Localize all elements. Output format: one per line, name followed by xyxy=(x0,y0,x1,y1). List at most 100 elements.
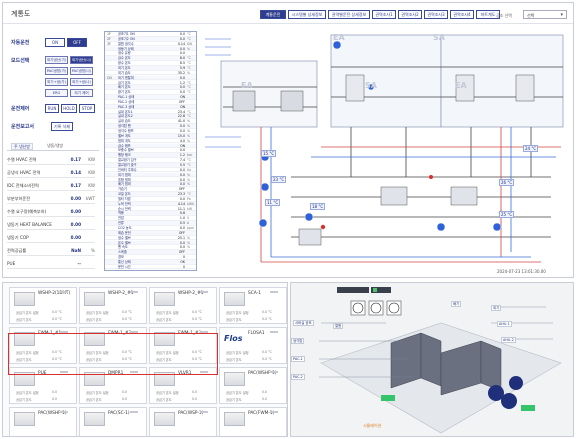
mode-button-7[interactable]: 외기 제어 xyxy=(70,89,93,97)
unit-select[interactable]: 선택 ▾ xyxy=(523,10,567,19)
device-value-2: 0.0 °C xyxy=(122,317,132,321)
mode-button-1[interactable]: 외기냉난(나) xyxy=(70,56,93,64)
stat-label: 냉동기 COP xyxy=(7,235,29,240)
stat-label: 전력공급률 xyxy=(7,248,27,253)
sensor-badge: 25 °C xyxy=(499,211,515,218)
stat-label: PUE xyxy=(7,261,16,266)
table-cell: 운전 시간 xyxy=(118,264,131,269)
sensor-badge: 18 °C xyxy=(310,203,326,210)
sensor-badge: 15 °C xyxy=(261,150,277,157)
device-grid-panel: WSHP-2(1BMT) 공급기 온도 설정 공급기 온도 0.0 °C 0.0 °C W… xyxy=(2,282,288,437)
device-status-bar xyxy=(130,411,138,413)
device-name: PAC(SC-1) xyxy=(108,411,130,416)
device-icon xyxy=(14,292,35,306)
zone-label: SA xyxy=(433,33,445,42)
device-label-1: 공급기 온도 설정 xyxy=(156,391,179,395)
stat-unit: KW xyxy=(88,183,95,188)
device-card[interactable]: WSHP-2(1BMT) 공급기 온도 설정 공급기 온도 0.0 °C 0.0 °C xyxy=(9,287,77,324)
3d-label: PAC-2 xyxy=(291,374,305,380)
device-label-2: 공급기 온도 xyxy=(226,398,242,402)
auto-label: 자동운전 xyxy=(11,40,30,46)
hold-button[interactable]: HOLD xyxy=(61,104,77,113)
3d-label: 외기 xyxy=(491,305,502,311)
stat-row: IDC 전체소비전력 0.17 KW xyxy=(7,180,95,191)
mode-button-2[interactable]: PAC냉방(가) xyxy=(45,67,68,75)
on-button[interactable]: ON xyxy=(45,38,65,47)
device-status-bar xyxy=(130,291,138,293)
sensor-badge: 24 °C xyxy=(523,145,539,152)
run-button[interactable]: RUN xyxy=(45,104,59,113)
tab-1[interactable]: 시스템별 상세정보 xyxy=(288,10,326,19)
zone-label: EA xyxy=(333,33,345,42)
tab-3[interactable]: 권역조사1 xyxy=(372,10,396,19)
table-cell: 0 xyxy=(182,264,185,269)
mode-button-5[interactable]: 외기+냉(나) xyxy=(70,78,93,86)
stat-row: 공냉식 HVAC 전력 0.14 KW xyxy=(7,167,95,178)
schematic-svg xyxy=(201,27,571,275)
stop-button[interactable]: STOP xyxy=(79,104,95,113)
device-label-1: 공급기 온도 설정 xyxy=(16,391,39,395)
mode-label: 모드선택 xyxy=(11,58,30,64)
tab-0[interactable]: 계통운전 xyxy=(260,10,286,19)
device-label-2: 공급기 온도 xyxy=(226,358,242,362)
sensor-table: 1F 공조기1 ON 0.0 °C 2F 공조기2 ON 0.0 °C 3F 열원 냉각수 0.14… xyxy=(104,31,197,271)
device-value-2: 0.0 °C xyxy=(262,357,272,361)
stat-row: 부분부하운전 0.00 kWT xyxy=(7,193,95,204)
3d-label: PAC-1 xyxy=(291,356,305,362)
device-label-2: 공급기 온도 xyxy=(156,318,172,322)
brand-logo: Flos xyxy=(224,334,243,343)
stat-unit: KW xyxy=(88,157,95,162)
stat-label: 부분부하운전 xyxy=(7,196,31,201)
mode-button-4[interactable]: 외기+냉(가) xyxy=(45,78,68,86)
device-card[interactable]: PAC(WSHP-1) xyxy=(9,407,77,436)
stat-unit: kWT xyxy=(85,196,95,201)
device-label-1: 공급기 온도 설정 xyxy=(226,391,249,395)
mode-button-3[interactable]: PAC냉방(나) xyxy=(70,67,93,75)
tab-5[interactable]: 권역조사3 xyxy=(424,10,448,19)
device-card[interactable]: SCA-1 공급기 온도 설정 공급기 온도 0.0 °C 0.0 °C xyxy=(219,287,287,324)
tab-4[interactable]: 권역조사2 xyxy=(398,10,422,19)
stats-tab-bar: 주 냉난방 냉동/냉방 xyxy=(7,141,99,151)
device-value-2: 0.0 °C xyxy=(192,317,202,321)
stats-tab-cooling[interactable]: 냉동/냉방 xyxy=(47,143,63,148)
3d-label: 배기 xyxy=(451,301,462,307)
device-icon xyxy=(154,412,175,426)
tab-6[interactable]: 권역조사4 xyxy=(450,10,474,19)
device-icon xyxy=(14,412,35,426)
device-card[interactable]: PAC(WSP-1) xyxy=(149,407,217,436)
3d-label: AHU-2 xyxy=(501,337,516,343)
3d-label: 열원 xyxy=(333,323,344,329)
device-value-2: 0.0 °C xyxy=(262,317,272,321)
3d-tag: 시뮬레이션 xyxy=(363,423,382,428)
mode-button-6[interactable]: ERG xyxy=(45,89,68,97)
device-status-bar xyxy=(60,411,68,413)
device-label-1: 공급기 온도 설정 xyxy=(86,311,109,315)
device-icon xyxy=(84,412,105,426)
off-button[interactable]: OFF xyxy=(67,38,87,47)
table-row: 운전 시간 0 xyxy=(105,264,196,270)
stats-tab-heating[interactable]: 주 냉난방 xyxy=(11,143,33,150)
device-icon xyxy=(154,292,175,306)
tab-2[interactable]: 권역별운전 상세정보 xyxy=(328,10,370,19)
device-name: SCA-1 xyxy=(248,291,261,296)
device-card[interactable]: PAC(FWM-1) xyxy=(219,407,287,436)
report-clear-button[interactable]: 기록 삭제 xyxy=(51,122,73,131)
device-card[interactable]: Flos FLOSA1 공급기 온도 설정 공급기 온도 0.0 °C 0.0 °C xyxy=(219,327,287,364)
device-card[interactable]: WSHP-2_#1 공급기 온도 설정 공급기 온도 0.0 °C 0.0 °C xyxy=(79,287,147,324)
stat-label: 냉동기 HEAT BALANCE xyxy=(7,222,52,227)
select-label: 공조 선택 xyxy=(496,13,512,18)
stat-value: NaN xyxy=(71,248,81,253)
device-label-1: 공급기 온도 설정 xyxy=(86,391,109,395)
device-label-2: 공급기 온도 xyxy=(86,398,102,402)
device-name: FLOSA1 xyxy=(248,331,265,336)
device-status-bar xyxy=(270,411,278,413)
3d-scene xyxy=(291,283,573,436)
mode-button-0[interactable]: 외기냉난(가) xyxy=(45,56,68,64)
device-value: 0.0 xyxy=(52,390,58,394)
device-card[interactable]: WSHP-2_#1 공급기 온도 설정 공급기 온도 0.0 °C 0.0 °C xyxy=(149,287,217,324)
stat-value: -- xyxy=(77,261,81,266)
device-card[interactable]: PAC(WSHP-1) 공급기 온도 설정 공급기 온도 0.0 0.0 xyxy=(219,367,287,404)
device-card[interactable]: PAC(SC-1) xyxy=(79,407,147,436)
device-status-bar xyxy=(200,291,208,293)
device-icon xyxy=(224,412,245,426)
